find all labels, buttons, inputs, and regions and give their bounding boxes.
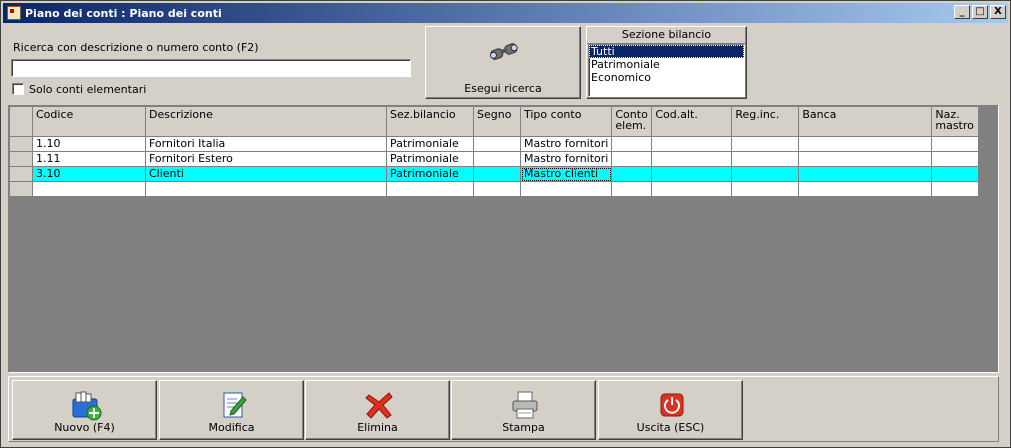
row-selector[interactable]: [9, 151, 33, 167]
cell-naz-mastro[interactable]: [931, 151, 980, 167]
power-icon: [660, 393, 684, 417]
cell-segno[interactable]: [473, 136, 521, 152]
cell-reg-inc[interactable]: [731, 166, 800, 182]
row-selector[interactable]: [9, 166, 33, 182]
cell-cod-alt[interactable]: [651, 136, 733, 152]
minimize-button[interactable]: _: [954, 5, 970, 19]
table-header-row: Codice Descrizione Sez.bilancio Segno Ti…: [9, 106, 980, 137]
column-header-conto-elem[interactable]: Conto elem.: [611, 106, 653, 137]
print-button-label: Stampa: [502, 421, 545, 434]
sezione-option-patrimoniale[interactable]: Patrimoniale: [589, 58, 744, 71]
cell-tipo-conto[interactable]: Mastro fornitori: [519, 136, 613, 152]
cell-conto-elem[interactable]: [611, 136, 653, 152]
cell-banca[interactable]: [798, 136, 933, 152]
maximize-button[interactable]: □: [972, 5, 988, 19]
window-controls: _ □ X: [954, 5, 1006, 19]
cell-reg-inc[interactable]: [731, 151, 800, 167]
delete-button[interactable]: Elimina: [305, 380, 450, 440]
column-header-cod-alt[interactable]: Cod.alt.: [651, 106, 733, 137]
cell-sez-bilancio[interactable]: Patrimoniale: [386, 136, 474, 152]
cell-segno[interactable]: [473, 151, 521, 167]
column-header-reg-inc[interactable]: Reg.inc.: [731, 106, 800, 137]
new-button-label: Nuovo (F4): [54, 421, 115, 434]
column-header-naz-mastro[interactable]: Naz. mastro: [931, 106, 980, 137]
cell-codice[interactable]: [32, 181, 146, 197]
search-button[interactable]: Esegui ricerca: [425, 26, 581, 99]
table-row-selected[interactable]: 3.10 Clienti Patrimoniale Mastro clienti: [9, 166, 980, 182]
cell-banca[interactable]: [798, 166, 933, 182]
main-window: Piano dei conti : Piano dei conti _ □ X …: [0, 0, 1011, 448]
table-row-new[interactable]: [9, 181, 980, 197]
only-elementary-label: Solo conti elementari: [29, 83, 147, 96]
cell-banca[interactable]: [798, 151, 933, 167]
cell-codice[interactable]: 1.11: [32, 151, 146, 167]
exit-button[interactable]: Uscita (ESC): [598, 380, 743, 440]
cell-banca[interactable]: [798, 181, 933, 197]
red-x-icon: [365, 392, 393, 419]
search-label: Ricerca con descrizione o numero conto (…: [13, 41, 259, 54]
edit-button-label: Modifica: [208, 421, 255, 434]
sezione-option-tutti[interactable]: Tutti: [589, 45, 744, 58]
folder-add-icon: [72, 391, 102, 421]
cell-reg-inc[interactable]: [731, 181, 800, 197]
sezione-bilancio-header: Sezione bilancio: [587, 27, 746, 44]
cell-reg-inc[interactable]: [731, 136, 800, 152]
cell-sez-bilancio[interactable]: [386, 181, 474, 197]
edit-button[interactable]: Modifica: [159, 380, 304, 440]
cell-sez-bilancio[interactable]: Patrimoniale: [386, 151, 474, 167]
column-header-banca[interactable]: Banca: [798, 106, 933, 137]
print-button[interactable]: Stampa: [451, 380, 596, 440]
cell-conto-elem[interactable]: [611, 151, 653, 167]
app-icon: [7, 6, 21, 20]
table-row[interactable]: 1.11 Fornitori Estero Patrimoniale Mastr…: [9, 151, 980, 167]
cell-codice[interactable]: 1.10: [32, 136, 146, 152]
sezione-bilancio-list: Tutti Patrimoniale Economico: [588, 44, 745, 97]
cell-descrizione[interactable]: Fornitori Italia: [145, 136, 387, 152]
toolbar-panel: Nuovo (F4) Modifica Elimina Stampa Uscit…: [8, 376, 999, 442]
column-header-codice[interactable]: Codice: [32, 106, 146, 137]
search-input[interactable]: [11, 59, 411, 77]
cell-naz-mastro[interactable]: [931, 166, 980, 182]
cell-segno[interactable]: [473, 181, 521, 197]
row-selector[interactable]: [9, 136, 33, 152]
accounts-table: Codice Descrizione Sez.bilancio Segno Ti…: [9, 106, 980, 197]
cell-tipo-conto[interactable]: Mastro fornitori: [519, 151, 613, 167]
column-header-descrizione[interactable]: Descrizione: [145, 106, 387, 137]
search-button-label: Esegui ricerca: [464, 82, 542, 95]
cell-tipo-conto[interactable]: Mastro clienti: [519, 166, 613, 182]
exit-button-label: Uscita (ESC): [636, 421, 705, 434]
cell-tipo-conto[interactable]: [519, 181, 613, 197]
delete-button-label: Elimina: [357, 421, 398, 434]
close-button[interactable]: X: [990, 5, 1006, 19]
cell-conto-elem[interactable]: [611, 181, 653, 197]
sezione-option-economico[interactable]: Economico: [589, 71, 744, 84]
cell-cod-alt[interactable]: [651, 151, 733, 167]
cell-descrizione[interactable]: [145, 181, 387, 197]
cell-conto-elem[interactable]: [611, 166, 653, 182]
cell-cod-alt[interactable]: [651, 166, 733, 182]
cell-codice[interactable]: 3.10: [32, 166, 146, 182]
title-bar: Piano dei conti : Piano dei conti _ □ X: [3, 3, 1008, 23]
cell-cod-alt[interactable]: [651, 181, 733, 197]
cell-descrizione[interactable]: Clienti: [145, 166, 387, 182]
column-header-tipo-conto[interactable]: Tipo conto: [519, 106, 613, 137]
column-header-sez-bilancio[interactable]: Sez.bilancio: [386, 106, 474, 137]
sezione-bilancio-panel: Sezione bilancio Tutti Patrimoniale Econ…: [586, 26, 747, 99]
cell-naz-mastro[interactable]: [931, 136, 980, 152]
accounts-grid: Codice Descrizione Sez.bilancio Segno Ti…: [8, 105, 999, 373]
column-header-segno[interactable]: Segno: [473, 106, 521, 137]
only-elementary-checkbox[interactable]: [12, 83, 24, 95]
binoculars-icon: [489, 43, 518, 60]
cell-descrizione[interactable]: Fornitori Estero: [145, 151, 387, 167]
window-title: Piano dei conti : Piano dei conti: [25, 6, 222, 20]
new-button[interactable]: Nuovo (F4): [12, 380, 157, 440]
row-header-corner: [9, 106, 33, 137]
printer-icon: [512, 391, 538, 419]
cell-naz-mastro[interactable]: [931, 181, 980, 197]
cell-sez-bilancio[interactable]: Patrimoniale: [386, 166, 474, 182]
row-selector[interactable]: [9, 181, 33, 197]
edit-document-icon: [223, 392, 247, 418]
cell-segno[interactable]: [473, 166, 521, 182]
table-row[interactable]: 1.10 Fornitori Italia Patrimoniale Mastr…: [9, 136, 980, 152]
